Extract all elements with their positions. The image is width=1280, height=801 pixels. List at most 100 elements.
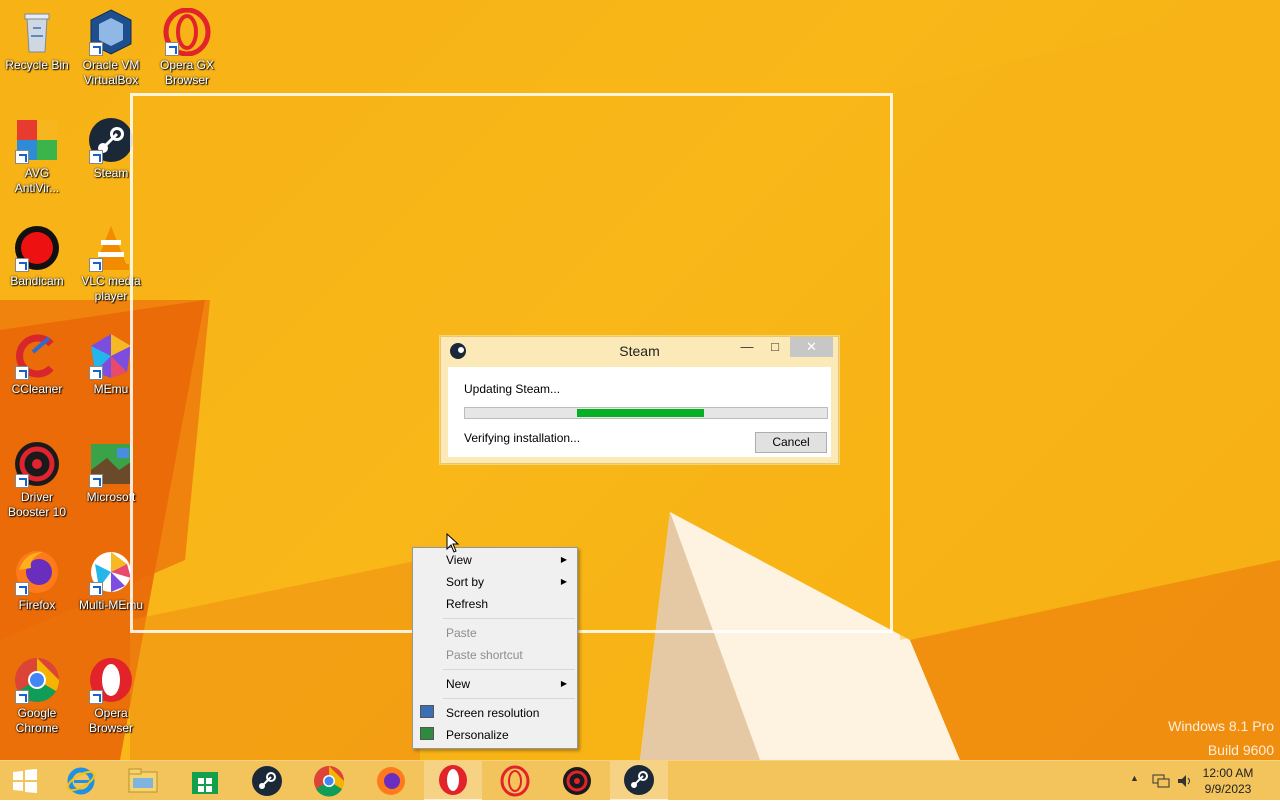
shortcut-arrow-icon [89, 258, 103, 272]
ccleaner-icon [13, 332, 61, 380]
menu-item-label: New [446, 677, 471, 691]
firefox-icon [13, 548, 61, 596]
bandicam-icon [13, 224, 61, 272]
driver-booster-icon [13, 440, 61, 488]
store-icon [192, 772, 218, 794]
shortcut-arrow-icon [15, 690, 29, 704]
desktop-icon-ccleaner[interactable]: CCleaner [0, 328, 74, 397]
submenu-arrow-icon: ▶ [560, 679, 567, 688]
menu-separator [443, 618, 575, 619]
taskbar-steam-running[interactable] [610, 761, 668, 801]
desktop-icon-firefox[interactable]: Firefox [0, 544, 74, 613]
menu-item-paste-shortcut: Paste shortcut [415, 644, 575, 666]
taskbar-firefox[interactable] [362, 761, 420, 801]
desktop-icon-avg[interactable]: AVG AntiVir... [0, 112, 74, 196]
mouse-cursor-icon [446, 533, 460, 553]
desktop-icon-label: Google Chrome [15, 706, 59, 735]
volume-icon[interactable] [1176, 773, 1194, 789]
shortcut-arrow-icon [165, 42, 179, 56]
taskbar-steam[interactable] [238, 761, 296, 801]
menu-item-label: Screen resolution [446, 706, 540, 720]
opera-gx-icon [163, 7, 211, 57]
chrome-icon [13, 656, 61, 704]
shortcut-arrow-icon [89, 474, 103, 488]
taskbar-chrome[interactable] [300, 761, 358, 801]
menu-item-label: Paste [446, 626, 477, 640]
menu-item-new[interactable]: New ▶ [415, 673, 575, 695]
verify-status-text: Verifying installation... [464, 431, 581, 445]
desktop-icon-opera[interactable]: Opera Browser [74, 652, 148, 736]
avg-icon [13, 116, 61, 164]
desktop-icon-driver-booster[interactable]: Driver Booster 10 [0, 436, 74, 520]
steam-icon [252, 766, 282, 796]
taskbar-clock[interactable]: 12:00 AM 9/9/2023 [1196, 765, 1260, 797]
menu-item-view[interactable]: View ▶ [415, 549, 575, 571]
driver-booster-icon [563, 767, 591, 795]
close-button[interactable]: ✕ [790, 337, 833, 357]
taskbar-opera-gx[interactable] [486, 761, 544, 801]
taskbar-store[interactable] [176, 761, 234, 801]
taskbar-opera[interactable] [424, 761, 482, 801]
shortcut-arrow-icon [15, 366, 29, 380]
network-icon[interactable] [1152, 773, 1170, 789]
shortcut-arrow-icon [89, 366, 103, 380]
opera-gx-icon [500, 765, 530, 797]
firefox-icon [377, 767, 405, 795]
recycle-bin-icon [13, 8, 61, 56]
taskbar-driver-booster[interactable] [548, 761, 606, 801]
chrome-icon [314, 766, 345, 797]
multi-memu-icon [87, 548, 135, 596]
desktop-icon-label: Oracle VM VirtualBox [82, 58, 140, 87]
menu-item-sort-by[interactable]: Sort by ▶ [415, 571, 575, 593]
clock-date: 9/9/2023 [1204, 782, 1252, 796]
menu-item-personalize[interactable]: Personalize [415, 724, 575, 746]
steam-icon [624, 765, 654, 795]
dialog-titlebar[interactable]: Steam — □ ✕ [441, 337, 838, 365]
desktop-context-menu: View ▶ Sort by ▶ Refresh Paste Paste sho… [412, 547, 578, 749]
shortcut-arrow-icon [89, 582, 103, 596]
opera-icon [439, 765, 467, 795]
menu-item-refresh[interactable]: Refresh [415, 593, 575, 615]
taskbar: ▲ 12:00 AM 9/9/2023 [0, 760, 1280, 801]
desktop-icon-label: Bandicam [10, 274, 64, 288]
menu-item-screen-resolution[interactable]: Screen resolution [415, 702, 575, 724]
taskbar-file-explorer[interactable] [114, 761, 172, 801]
taskbar-internet-explorer[interactable] [52, 761, 110, 801]
desktop-icon-recycle-bin[interactable]: Recycle Bin [0, 4, 74, 73]
desktop-icon-bandicam[interactable]: Bandicam [0, 220, 74, 289]
folder-icon [128, 768, 158, 793]
desktop[interactable]: Recycle Bin Oracle VM VirtualBox Opera G… [0, 0, 1280, 760]
show-hidden-icons-button[interactable]: ▲ [1130, 773, 1139, 783]
desktop-icon-label: Opera GX Browser [159, 58, 215, 87]
desktop-icon-opera-gx[interactable]: Opera GX Browser [150, 4, 224, 88]
shortcut-arrow-icon [89, 150, 103, 164]
progress-fill [577, 409, 704, 417]
shortcut-arrow-icon [15, 474, 29, 488]
shortcut-arrow-icon [89, 42, 103, 56]
personalize-icon [420, 727, 434, 740]
screen-resolution-icon [420, 705, 434, 718]
desktop-icon-virtualbox[interactable]: Oracle VM VirtualBox [74, 4, 148, 88]
desktop-icon-label: AVG AntiVir... [14, 166, 60, 195]
cancel-button[interactable]: Cancel [755, 432, 827, 453]
shortcut-arrow-icon [15, 582, 29, 596]
clock-time: 12:00 AM [1202, 766, 1254, 780]
minimize-button[interactable]: — [737, 337, 757, 357]
desktop-icon-chrome[interactable]: Google Chrome [0, 652, 74, 736]
menu-item-label: View [446, 553, 472, 567]
virtualbox-icon [87, 8, 135, 56]
steam-update-dialog[interactable]: Steam — □ ✕ Updating Steam... Verifying … [440, 336, 839, 464]
watermark-build: Build 9600 [1207, 742, 1274, 758]
shortcut-arrow-icon [15, 150, 29, 164]
windows-logo-icon [13, 769, 37, 793]
microsoft-icon [87, 440, 135, 488]
start-button[interactable] [0, 761, 50, 801]
dialog-body: Updating Steam... Verifying installation… [448, 367, 831, 457]
menu-separator [443, 669, 575, 670]
shortcut-arrow-icon [15, 258, 29, 272]
steam-icon [87, 116, 135, 164]
desktop-icon-label: Opera Browser [88, 706, 133, 735]
menu-item-label: Refresh [446, 597, 489, 611]
maximize-button[interactable]: □ [765, 337, 785, 357]
desktop-icon-label: Driver Booster 10 [7, 490, 67, 519]
